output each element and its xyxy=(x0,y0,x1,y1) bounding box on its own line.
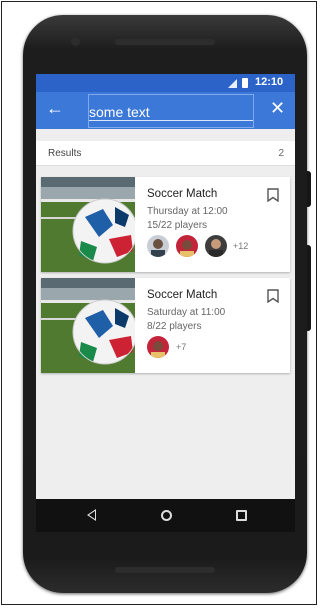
earpiece-speaker xyxy=(115,39,215,45)
avatar[interactable] xyxy=(176,235,198,257)
phone-screen: 12:10 ← some text ✕ Results 2 Soccer Mat… xyxy=(36,74,295,532)
results-label: Results xyxy=(48,148,82,159)
nav-home-icon[interactable] xyxy=(161,510,172,521)
power-button xyxy=(307,171,311,207)
android-nav-bar xyxy=(36,499,295,532)
more-players-count: +7 xyxy=(176,342,187,352)
status-bar: 12:10 xyxy=(36,74,295,92)
list-item[interactable]: Soccer Match Saturday at 11:00 8/22 play… xyxy=(41,278,290,373)
match-players: 8/22 players xyxy=(147,321,202,332)
close-icon[interactable]: ✕ xyxy=(270,98,285,118)
match-title: Soccer Match xyxy=(147,188,218,200)
avatar[interactable] xyxy=(147,235,169,257)
results-header: Results 2 xyxy=(36,141,295,166)
search-input-value: some text xyxy=(89,104,150,120)
bottom-speaker xyxy=(115,567,215,573)
avatar[interactable] xyxy=(205,235,227,257)
signal-icon xyxy=(228,79,237,88)
volume-button xyxy=(307,245,311,331)
list-item[interactable]: Soccer Match Thursday at 12:00 15/22 pla… xyxy=(41,177,290,272)
match-players: 15/22 players xyxy=(147,220,208,231)
nav-back-icon[interactable] xyxy=(87,509,96,521)
battery-icon xyxy=(242,78,248,88)
soccer-ball-image xyxy=(41,177,135,272)
bookmark-icon[interactable] xyxy=(267,289,279,303)
search-underline xyxy=(89,120,253,121)
nav-recents-icon[interactable] xyxy=(236,510,247,521)
match-time: Saturday at 11:00 xyxy=(147,307,226,318)
soccer-ball-image xyxy=(41,278,135,373)
results-count: 2 xyxy=(278,148,284,159)
bookmark-icon[interactable] xyxy=(267,188,279,202)
match-title: Soccer Match xyxy=(147,289,218,301)
app-bar: ← some text ✕ xyxy=(36,92,295,129)
more-players-count: +12 xyxy=(233,241,249,251)
search-input[interactable]: some text xyxy=(88,94,254,128)
status-time: 12:10 xyxy=(255,76,284,88)
arrow-left-icon[interactable]: ← xyxy=(46,98,64,118)
avatar[interactable] xyxy=(147,336,169,358)
match-time: Thursday at 12:00 xyxy=(147,206,228,217)
front-camera xyxy=(71,37,80,46)
